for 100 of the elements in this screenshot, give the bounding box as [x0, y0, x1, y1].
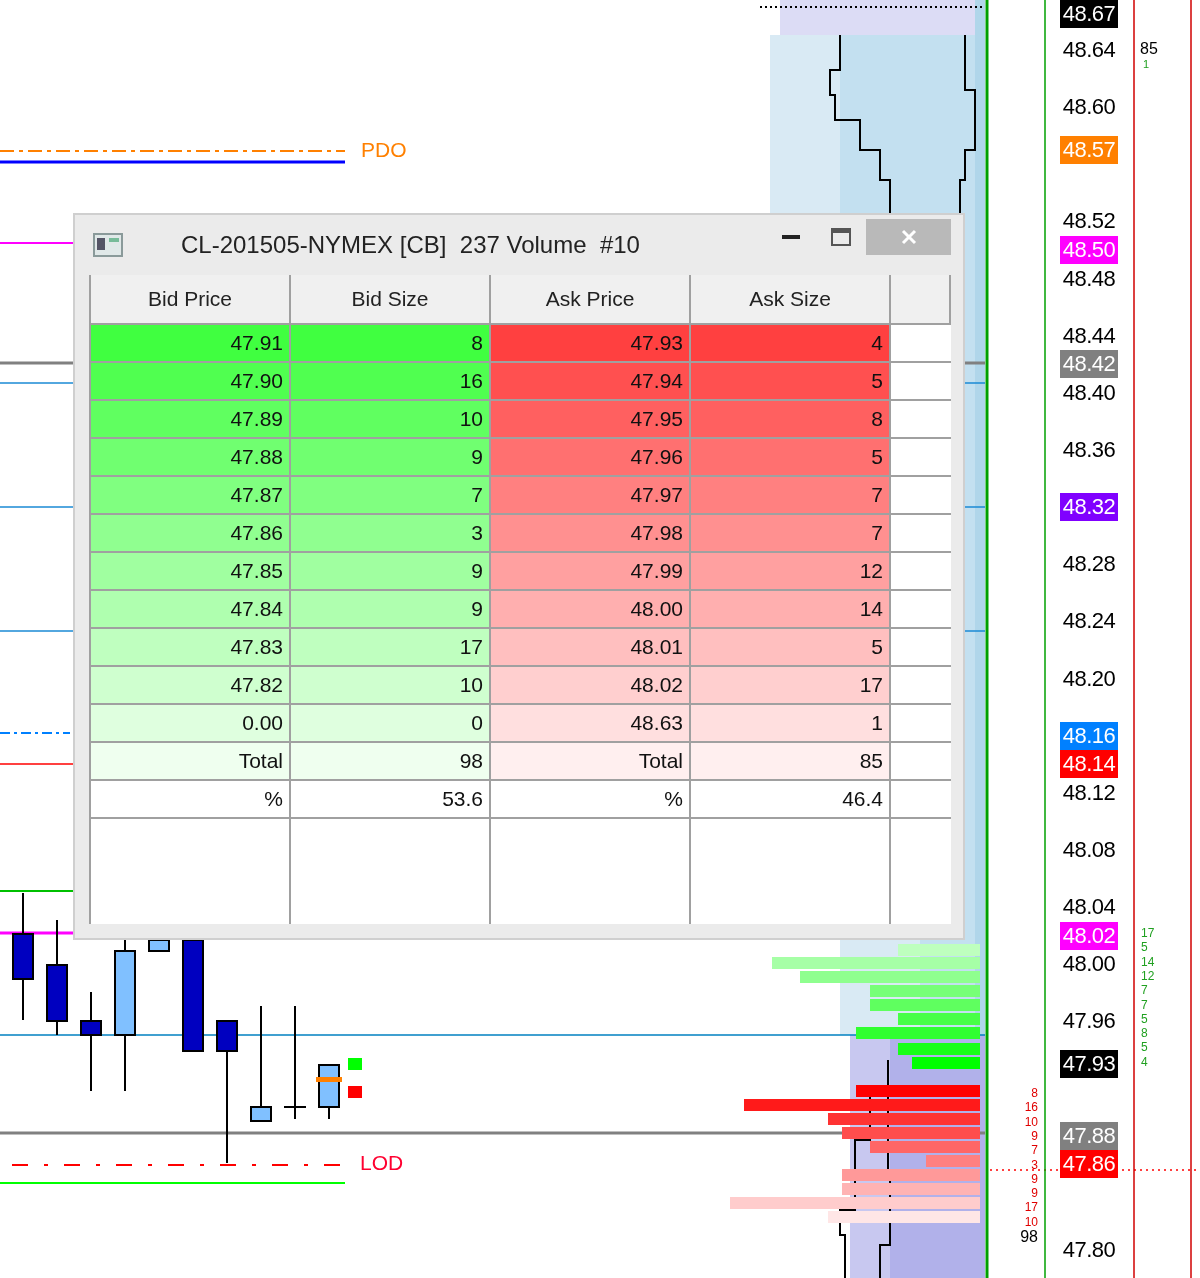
price-marker: 48.32	[1060, 493, 1118, 522]
table-cell: 47.86	[91, 515, 291, 553]
ask-size-label: 14	[1141, 955, 1156, 969]
table-cell: 47.99	[491, 553, 691, 591]
bid-total-label: 98	[1019, 1228, 1038, 1245]
price-label: 48.20	[1061, 664, 1117, 693]
table-cell: Total	[491, 743, 691, 781]
bid-size-label: 9	[1030, 1172, 1038, 1186]
table-cell: 85	[691, 743, 891, 781]
table-cell: %	[491, 781, 691, 819]
ask-size-label: 5	[1141, 1012, 1149, 1026]
table-cell: 47.82	[91, 667, 291, 705]
table-cell: 8	[691, 401, 891, 439]
ask-size-label: 7	[1141, 984, 1149, 998]
bid-size-label: 10	[1023, 1215, 1038, 1229]
table-cell: 3	[291, 515, 491, 553]
ask-size-label: 7	[1141, 998, 1149, 1012]
price-marker-icon	[316, 1077, 342, 1082]
price-label: 48.64	[1061, 36, 1117, 64]
table-cell: 47.93	[491, 325, 691, 363]
price-label: 48.60	[1061, 93, 1117, 122]
price-marker: 48.42	[1060, 350, 1118, 379]
table-cell: 0.00	[91, 705, 291, 743]
buy-marker-icon	[348, 1058, 362, 1070]
table-cell: 7	[691, 515, 891, 553]
sell-marker-icon	[348, 1086, 362, 1098]
table-cell: 47.94	[491, 363, 691, 401]
table-cell: 47.90	[91, 363, 291, 401]
table-cell: 16	[291, 363, 491, 401]
table-cell: Total	[91, 743, 291, 781]
bid-size-label: 9	[1030, 1129, 1038, 1143]
bid-size-label: 16	[1023, 1101, 1038, 1115]
table-cell: 10	[291, 401, 491, 439]
price-label: 48.24	[1061, 607, 1117, 636]
table-cell: 47.83	[91, 629, 291, 667]
price-marker: 48.50	[1060, 236, 1118, 264]
table-cell: 10	[291, 667, 491, 705]
ask-size-label: 5	[1141, 941, 1149, 955]
ask-top-size-label: 1	[1143, 58, 1151, 71]
price-label: 48.00	[1061, 950, 1117, 979]
table-cell: 47.97	[491, 477, 691, 515]
table-cell: 53.6	[291, 781, 491, 819]
table-cell: 48.02	[491, 667, 691, 705]
price-label: 48.12	[1061, 778, 1117, 807]
table-cell: 8	[291, 325, 491, 363]
table-cell: 14	[691, 591, 891, 629]
bid-size-label: 3	[1030, 1158, 1038, 1172]
table-cell: 17	[291, 629, 491, 667]
price-label: 48.52	[1061, 207, 1117, 236]
table-cell: 7	[291, 477, 491, 515]
table-cell: 47.88	[91, 439, 291, 477]
table-cell: 1	[691, 705, 891, 743]
table-cell: 47.98	[491, 515, 691, 553]
ask-size-label: 17	[1141, 927, 1156, 940]
table-cell: 5	[691, 629, 891, 667]
table-cell: 5	[691, 363, 891, 401]
table-cell: 9	[291, 591, 491, 629]
column-header[interactable]: Ask Price	[491, 275, 691, 325]
table-cell: 9	[291, 553, 491, 591]
level-label: LOD	[360, 1152, 404, 1174]
price-label: 48.04	[1061, 893, 1117, 922]
price-label: 48.44	[1061, 321, 1117, 350]
table-cell: 0	[291, 705, 491, 743]
table-cell: 47.85	[91, 553, 291, 591]
table-cell: 48.63	[491, 705, 691, 743]
price-marker: 48.02	[1060, 921, 1118, 950]
table-cell: 98	[291, 743, 491, 781]
price-label: 48.28	[1061, 550, 1117, 579]
price-marker: 48.14	[1060, 750, 1118, 779]
price-label: 47.96	[1061, 1007, 1117, 1036]
price-label: 47.80	[1061, 1236, 1117, 1264]
table-cell: 47.91	[91, 325, 291, 363]
table-cell: 48.00	[491, 591, 691, 629]
price-marker: 47.93	[1060, 1050, 1118, 1079]
table-cell: 47.84	[91, 591, 291, 629]
table-cell: 17	[691, 667, 891, 705]
column-header[interactable]: Ask Size	[691, 275, 891, 325]
bid-size-label: 7	[1030, 1144, 1038, 1158]
table-cell: 47.87	[91, 477, 291, 515]
price-label: 48.08	[1061, 836, 1117, 864]
ask-size-label: 5	[1141, 1041, 1149, 1055]
maximize-icon	[831, 228, 851, 246]
window-icon	[93, 233, 123, 257]
price-marker: 47.86	[1060, 1150, 1118, 1179]
table-cell: 46.4	[691, 781, 891, 819]
bid-size-label: 17	[1023, 1201, 1038, 1215]
price-marker: 47.88	[1060, 1121, 1118, 1150]
price-marker: 48.16	[1060, 721, 1118, 750]
table-cell: 48.01	[491, 629, 691, 667]
table-cell: %	[91, 781, 291, 819]
column-header[interactable]: Bid Size	[291, 275, 491, 325]
price-marker: 48.57	[1060, 136, 1118, 164]
table-cell: 47.89	[91, 401, 291, 439]
ask-size-label: 12	[1141, 969, 1156, 983]
price-marker: 48.67	[1060, 0, 1118, 28]
bid-size-label: 9	[1030, 1187, 1038, 1201]
table-cell: 47.96	[491, 439, 691, 477]
table-cell: 9	[291, 439, 491, 477]
table-cell: 4	[691, 325, 891, 363]
column-header[interactable]: Bid Price	[91, 275, 291, 325]
